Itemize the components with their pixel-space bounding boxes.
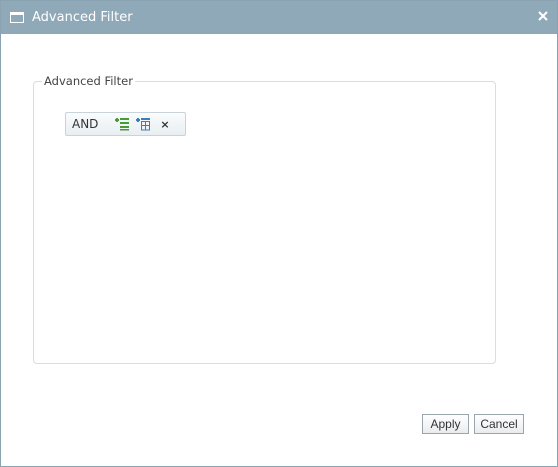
add-group-icon[interactable]	[134, 115, 152, 133]
filter-group-node: AND ×	[65, 112, 186, 136]
remove-node-icon[interactable]: ×	[158, 117, 172, 131]
window-icon	[8, 9, 26, 27]
group-legend: Advanced Filter	[44, 74, 133, 88]
close-icon[interactable]	[535, 8, 551, 24]
logic-operator-toggle[interactable]: AND	[72, 117, 108, 131]
advanced-filter-group: Advanced Filter AND ×	[33, 74, 496, 364]
dialog-title: Advanced Filter	[32, 10, 133, 25]
cancel-button[interactable]: Cancel	[474, 414, 524, 434]
dialog-titlebar[interactable]: Advanced Filter	[1, 1, 557, 34]
advanced-filter-dialog: Advanced Filter Advanced Filter AND × Ap…	[0, 0, 558, 467]
add-condition-icon[interactable]	[113, 115, 131, 133]
apply-button[interactable]: Apply	[422, 414, 469, 434]
